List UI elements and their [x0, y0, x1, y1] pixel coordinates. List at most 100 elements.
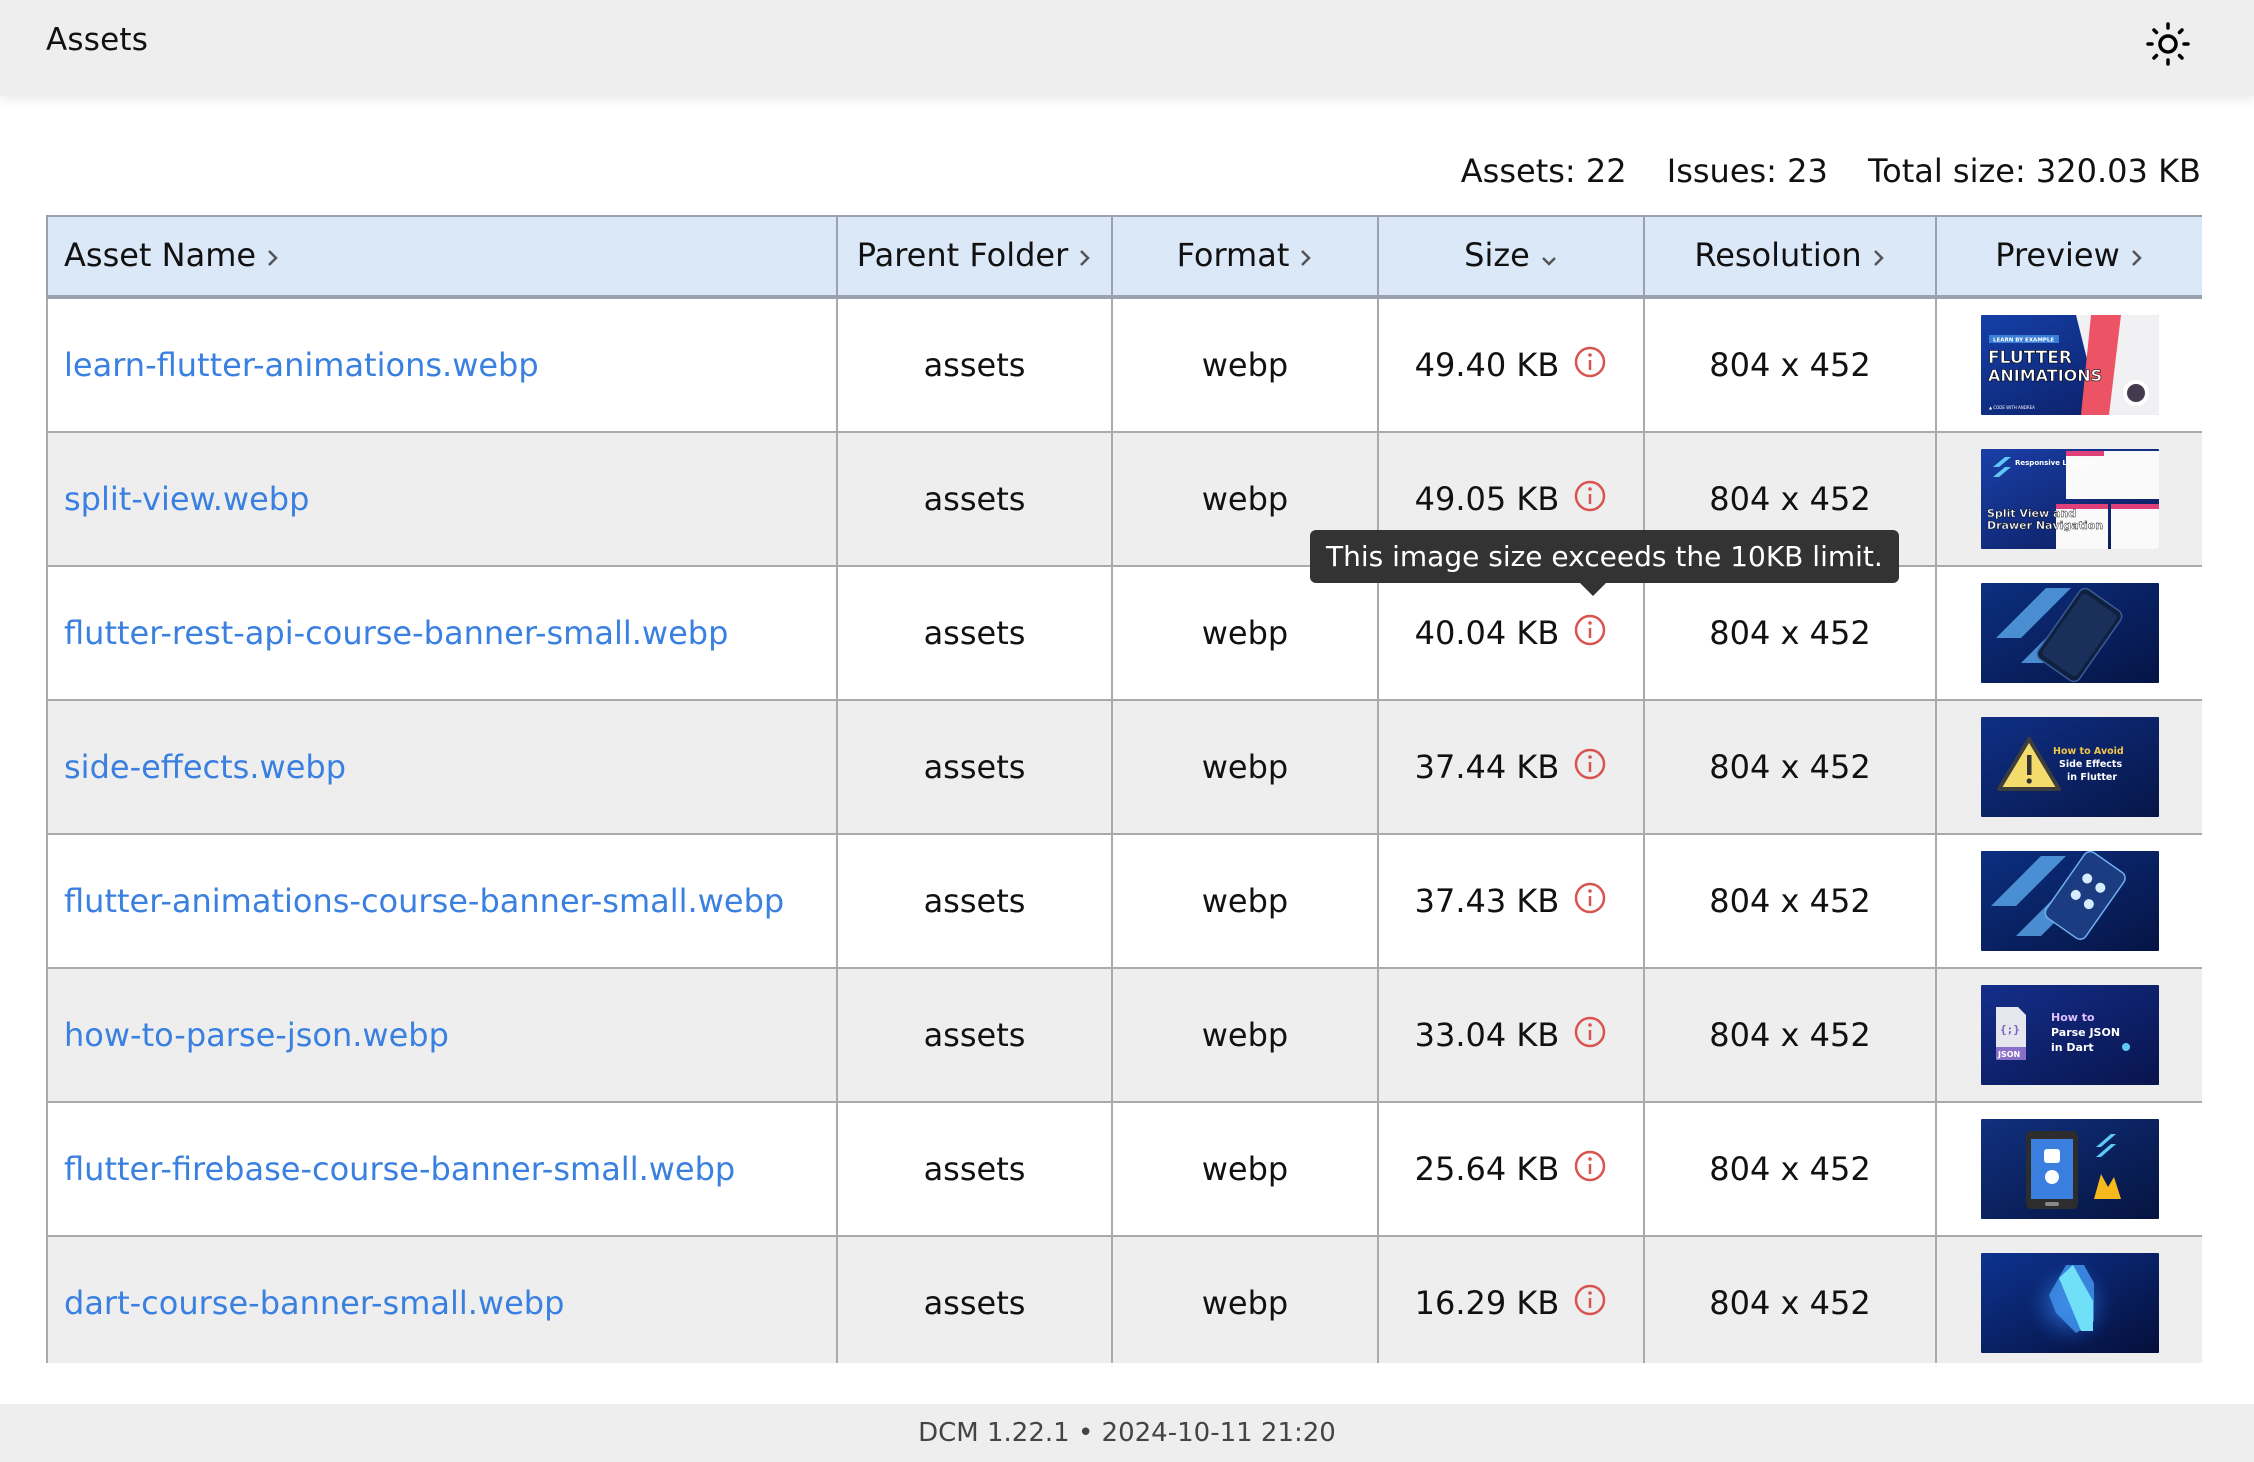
chevron-right-icon — [1872, 238, 1886, 276]
parent-folder-cell: assets — [836, 431, 1113, 567]
size-cell: 25.64 KB — [1377, 1101, 1645, 1237]
asset-name-link[interactable]: how-to-parse-json.webp — [64, 1016, 449, 1054]
parent-folder-cell: assets — [836, 1235, 1113, 1363]
svg-text:Drawer Navigation: Drawer Navigation — [1987, 519, 2103, 532]
preview-cell — [1935, 1101, 2202, 1237]
svg-text:FLUTTER: FLUTTER — [1988, 348, 2072, 368]
warning-info-icon[interactable] — [1573, 479, 1607, 513]
preview-cell: How to Avoid Side Effects in Flutter — [1935, 699, 2202, 835]
format-cell: webp — [1111, 1101, 1379, 1237]
warning-info-icon[interactable] — [1573, 747, 1607, 781]
preview-thumbnail[interactable]: LEARN BY EXAMPLE FLUTTER ANIMATIONS ▲ CODE … — [1980, 315, 2159, 415]
svg-text:Responsive Layouts: Responsive Layouts — [2015, 459, 2093, 467]
warning-info-icon[interactable] — [1573, 1015, 1607, 1049]
chevron-right-icon — [266, 238, 280, 276]
preview-thumbnail[interactable] — [1980, 1253, 2159, 1353]
chevron-right-icon — [2130, 238, 2144, 276]
assets-count: Assets: 22 — [1460, 152, 1627, 190]
table-row: flutter-rest-api-course-banner-small.web… — [46, 565, 2202, 701]
svg-text:How to: How to — [2051, 1011, 2095, 1024]
svg-text:in Dart: in Dart — [2051, 1041, 2094, 1054]
parent-folder-cell: assets — [836, 967, 1113, 1103]
asset-name-cell: side-effects.webp — [46, 699, 838, 835]
column-header-parent-folder[interactable]: Parent Folder — [836, 215, 1113, 299]
format-cell: webp — [1111, 699, 1379, 835]
asset-name-cell: flutter-rest-api-course-banner-small.web… — [46, 565, 838, 701]
svg-text:{;}: {;} — [2000, 1023, 2020, 1036]
resolution-cell: 804 x 452 — [1643, 833, 1937, 969]
preview-cell — [1935, 833, 2202, 969]
preview-cell: Responsive Layouts Split View and Drawer N… — [1935, 431, 2202, 567]
svg-text:Side Effects: Side Effects — [2059, 759, 2122, 770]
format-cell: webp — [1111, 833, 1379, 969]
resolution-cell: 804 x 452 — [1643, 296, 1937, 433]
sun-icon — [2145, 21, 2191, 71]
total-size: Total size: 320.03 KB — [1868, 152, 2201, 190]
parent-folder-cell: assets — [836, 565, 1113, 701]
resolution-cell: 804 x 452 — [1643, 699, 1937, 835]
page-title: Assets — [46, 22, 149, 58]
asset-name-link[interactable]: flutter-firebase-course-banner-small.web… — [64, 1150, 735, 1188]
issues-count: Issues: 23 — [1666, 152, 1828, 190]
resolution-cell: 804 x 452 — [1643, 565, 1937, 701]
preview-thumbnail[interactable] — [1980, 583, 2159, 683]
summary-stats: Assets: 22 Issues: 23 Total size: 320.03… — [1461, 152, 2201, 190]
column-header-size[interactable]: Size — [1377, 215, 1645, 299]
table-row: dart-course-banner-small.webp assets webp 1… — [46, 1235, 2202, 1363]
svg-text:JSON: JSON — [1997, 1050, 2020, 1059]
size-cell: 49.40 KB — [1377, 296, 1645, 433]
preview-cell — [1935, 1235, 2202, 1363]
table-row: side-effects.webp assets webp 37.44 KB 804 x… — [46, 699, 2202, 835]
preview-cell: LEARN BY EXAMPLE FLUTTER ANIMATIONS ▲ CODE … — [1935, 296, 2202, 433]
parent-folder-cell: assets — [836, 699, 1113, 835]
warning-info-icon[interactable] — [1573, 345, 1607, 379]
svg-text:in Flutter: in Flutter — [2067, 772, 2117, 783]
table-row: learn-flutter-animations.webp assets webp 4… — [46, 296, 2202, 433]
asset-name-link[interactable]: flutter-animations-course-banner-small.w… — [64, 882, 784, 920]
preview-thumbnail[interactable] — [1980, 1119, 2159, 1219]
preview-thumbnail[interactable]: Responsive Layouts Split View and Drawer N… — [1980, 449, 2159, 549]
preview-cell: {;} JSON How to Parse JSON in Dart — [1935, 967, 2202, 1103]
table-row: flutter-animations-course-banner-small.w… — [46, 833, 2202, 969]
size-cell: 37.43 KB — [1377, 833, 1645, 969]
svg-text:LEARN BY EXAMPLE: LEARN BY EXAMPLE — [1993, 338, 2054, 344]
warning-info-icon[interactable] — [1573, 881, 1607, 915]
size-cell: 33.04 KB — [1377, 967, 1645, 1103]
asset-name-cell: how-to-parse-json.webp — [46, 967, 838, 1103]
table-row: how-to-parse-json.webp assets webp 33.04 KB… — [46, 967, 2202, 1103]
warning-info-icon[interactable] — [1573, 1149, 1607, 1183]
theme-toggle-button[interactable] — [2140, 18, 2196, 74]
svg-text:Parse JSON: Parse JSON — [2051, 1026, 2120, 1039]
parent-folder-cell: assets — [836, 296, 1113, 433]
resolution-cell: 804 x 452 — [1643, 1235, 1937, 1363]
size-cell: 16.29 KB — [1377, 1235, 1645, 1363]
footer: DCM 1.22.1 • 2024-10-11 21:20 — [0, 1404, 2254, 1462]
format-cell: webp — [1111, 296, 1379, 433]
format-cell: webp — [1111, 1235, 1379, 1363]
format-cell: webp — [1111, 967, 1379, 1103]
asset-name-link[interactable]: split-view.webp — [64, 480, 309, 518]
asset-name-link[interactable]: learn-flutter-animations.webp — [64, 346, 539, 384]
asset-name-cell: flutter-animations-course-banner-small.w… — [46, 833, 838, 969]
column-header-asset-name[interactable]: Asset Name — [46, 215, 838, 299]
resolution-cell: 804 x 452 — [1643, 1101, 1937, 1237]
warning-info-icon[interactable] — [1573, 1283, 1607, 1317]
warning-info-icon[interactable] — [1573, 613, 1607, 647]
svg-text:▲ CODE WITH ANDREA: ▲ CODE WITH ANDREA — [1989, 405, 2035, 410]
asset-name-link[interactable]: dart-course-banner-small.webp — [64, 1284, 564, 1322]
column-header-resolution[interactable]: Resolution — [1643, 215, 1937, 299]
app-bar: Assets — [0, 0, 2254, 96]
asset-name-link[interactable]: flutter-rest-api-course-banner-small.web… — [64, 614, 728, 652]
asset-name-link[interactable]: side-effects.webp — [64, 748, 346, 786]
svg-text:How to Avoid: How to Avoid — [2053, 746, 2124, 757]
asset-name-cell: learn-flutter-animations.webp — [46, 296, 838, 433]
preview-cell — [1935, 565, 2202, 701]
column-header-preview[interactable]: Preview — [1935, 215, 2202, 299]
preview-thumbnail[interactable]: How to Avoid Side Effects in Flutter — [1980, 717, 2159, 817]
asset-name-cell: flutter-firebase-course-banner-small.web… — [46, 1101, 838, 1237]
parent-folder-cell: assets — [836, 1101, 1113, 1237]
svg-text:ANIMATIONS: ANIMATIONS — [1988, 366, 2102, 385]
preview-thumbnail[interactable]: {;} JSON How to Parse JSON in Dart — [1980, 985, 2159, 1085]
column-header-format[interactable]: Format — [1111, 215, 1379, 299]
preview-thumbnail[interactable] — [1980, 851, 2159, 951]
